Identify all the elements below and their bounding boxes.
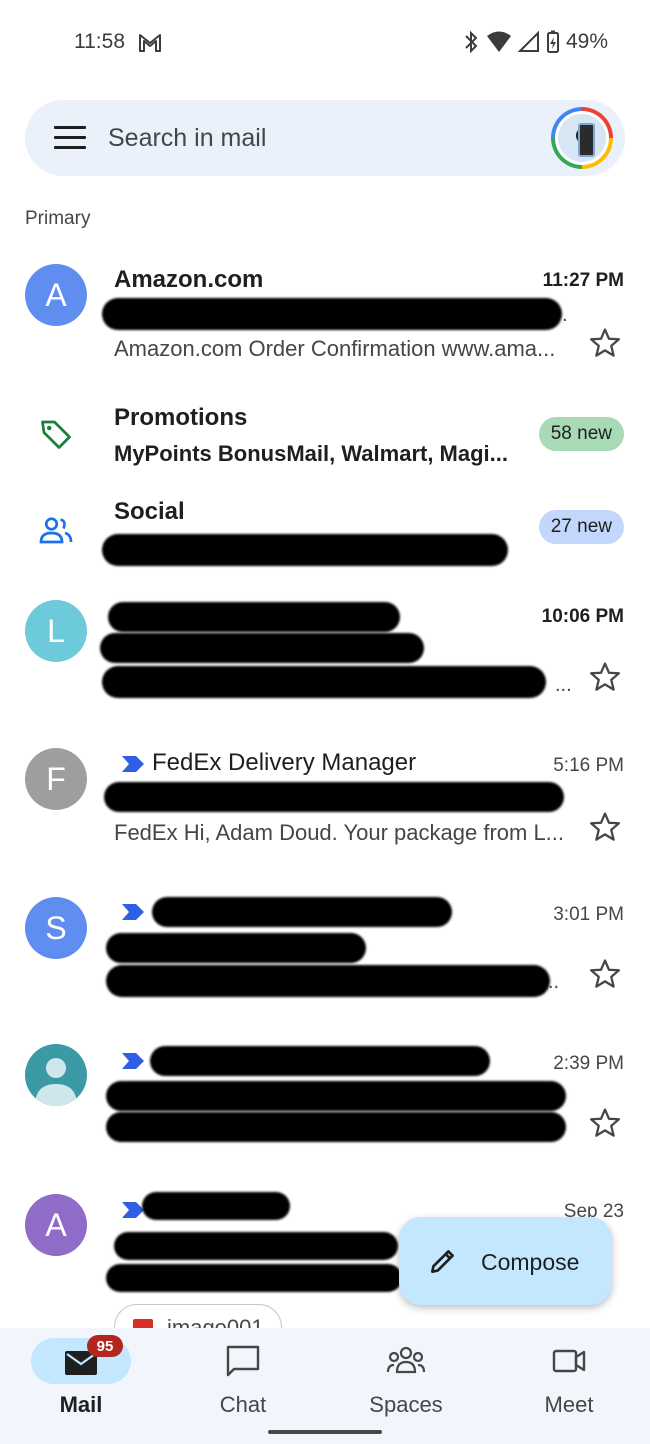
redacted-subject [106, 933, 366, 963]
bluetooth-icon [465, 30, 478, 54]
redacted-sender [150, 1046, 490, 1076]
redacted-snippet [106, 1112, 566, 1142]
battery-percent: 49% [565, 30, 608, 53]
category-row-social[interactable]: Social 27 new [0, 494, 650, 570]
status-bar: 11:58 49% [0, 0, 650, 90]
nav-item-meet[interactable]: Meet [488, 1328, 650, 1444]
nav-item-spaces[interactable]: Spaces [325, 1328, 487, 1444]
email-time: 5:16 PM [553, 755, 624, 776]
redacted-subject [104, 782, 564, 812]
email-row[interactable]: 2:39 PM [0, 1044, 650, 1154]
email-time: 3:01 PM [553, 904, 624, 925]
email-row[interactable]: A Amazon.com 11:27 PM . Amazon.com Order… [0, 262, 650, 372]
sender-avatar: F [25, 748, 87, 810]
category-snippet: MyPoints BonusMail, Walmart, Magi... [114, 441, 509, 466]
video-camera-icon [552, 1349, 586, 1373]
ellipsis: .. [548, 971, 560, 993]
important-marker-icon[interactable] [120, 754, 146, 774]
email-time: 11:27 PM [542, 270, 624, 291]
star-icon[interactable] [588, 1106, 622, 1140]
star-icon[interactable] [588, 810, 622, 844]
sender-name: Amazon.com [114, 266, 264, 293]
email-row[interactable]: S 3:01 PM .. [0, 895, 650, 1005]
tag-icon [41, 420, 71, 449]
redacted-sender [142, 1192, 290, 1220]
important-marker-icon[interactable] [120, 902, 146, 922]
email-time: 10:06 PM [541, 606, 624, 627]
redacted-sender [108, 602, 400, 632]
email-time: 2:39 PM [553, 1053, 624, 1074]
status-icons: 49% [462, 30, 608, 54]
spaces-icon [386, 1346, 426, 1374]
ellipsis: . [562, 304, 568, 326]
cell-signal-icon [517, 31, 539, 52]
email-snippet: Amazon.com Order Confirmation www.ama... [114, 336, 556, 361]
redacted-snippet [102, 666, 546, 698]
sender-avatar: L [25, 600, 87, 662]
new-count-badge: 58 new [538, 417, 624, 451]
gmail-notification-icon [139, 34, 161, 52]
email-row[interactable]: L 10:06 PM ... [0, 598, 650, 708]
nav-label: Chat [219, 1392, 267, 1417]
bottom-navigation: 95 Mail Chat Spaces Meet [0, 1328, 650, 1444]
sender-avatar: A [25, 264, 87, 326]
home-indicator[interactable] [268, 1430, 382, 1434]
nav-label: Meet [544, 1392, 594, 1417]
important-marker-icon[interactable] [120, 1051, 146, 1071]
redacted-subject [106, 1081, 566, 1111]
nav-label: Mail [59, 1392, 103, 1417]
star-icon[interactable] [588, 957, 622, 991]
sender-avatar: A [25, 1194, 87, 1256]
redacted-snippet [106, 965, 550, 997]
redacted-subject [114, 1232, 398, 1260]
wifi-icon [486, 31, 511, 52]
ellipsis: ... [555, 674, 572, 696]
person-icon [35, 1058, 77, 1106]
category-name: Social [114, 498, 185, 525]
nav-item-chat[interactable]: Chat [162, 1328, 324, 1444]
section-label-primary: Primary [25, 208, 91, 229]
people-icon [39, 517, 73, 544]
redacted-snippet [106, 1264, 402, 1292]
nav-item-mail[interactable]: 95 Mail [0, 1328, 162, 1444]
default-person-avatar [25, 1044, 87, 1106]
star-icon[interactable] [588, 660, 622, 694]
nav-label: Spaces [369, 1392, 443, 1417]
redacted-snippet [102, 534, 508, 566]
search-input[interactable]: Search in mail [108, 124, 266, 153]
category-name: Promotions [114, 404, 248, 431]
star-icon[interactable] [588, 326, 622, 360]
battery-icon [546, 30, 559, 53]
menu-icon[interactable] [54, 126, 86, 150]
redacted-sender [152, 897, 452, 927]
email-row[interactable]: F FedEx Delivery Manager 5:16 PM FedEx H… [0, 746, 650, 856]
redacted-subject [100, 633, 424, 663]
pencil-icon [431, 1250, 454, 1273]
status-time: 11:58 [74, 30, 125, 53]
email-snippet: FedEx Hi, Adam Doud. Your package from L… [114, 820, 565, 845]
chat-icon [226, 1345, 260, 1377]
compose-button[interactable]: Compose [399, 1217, 612, 1305]
new-count-badge: 27 new [538, 510, 624, 544]
sender-name: FedEx Delivery Manager [152, 749, 417, 776]
search-bar[interactable]: Search in mail [25, 100, 625, 176]
account-avatar[interactable] [551, 107, 613, 169]
category-row-promotions[interactable]: Promotions MyPoints BonusMail, Walmart, … [0, 400, 650, 472]
redacted-subject [102, 298, 562, 330]
compose-label: Compose [481, 1249, 580, 1275]
sender-avatar: S [25, 897, 87, 959]
unread-count-badge: 95 [87, 1335, 123, 1357]
